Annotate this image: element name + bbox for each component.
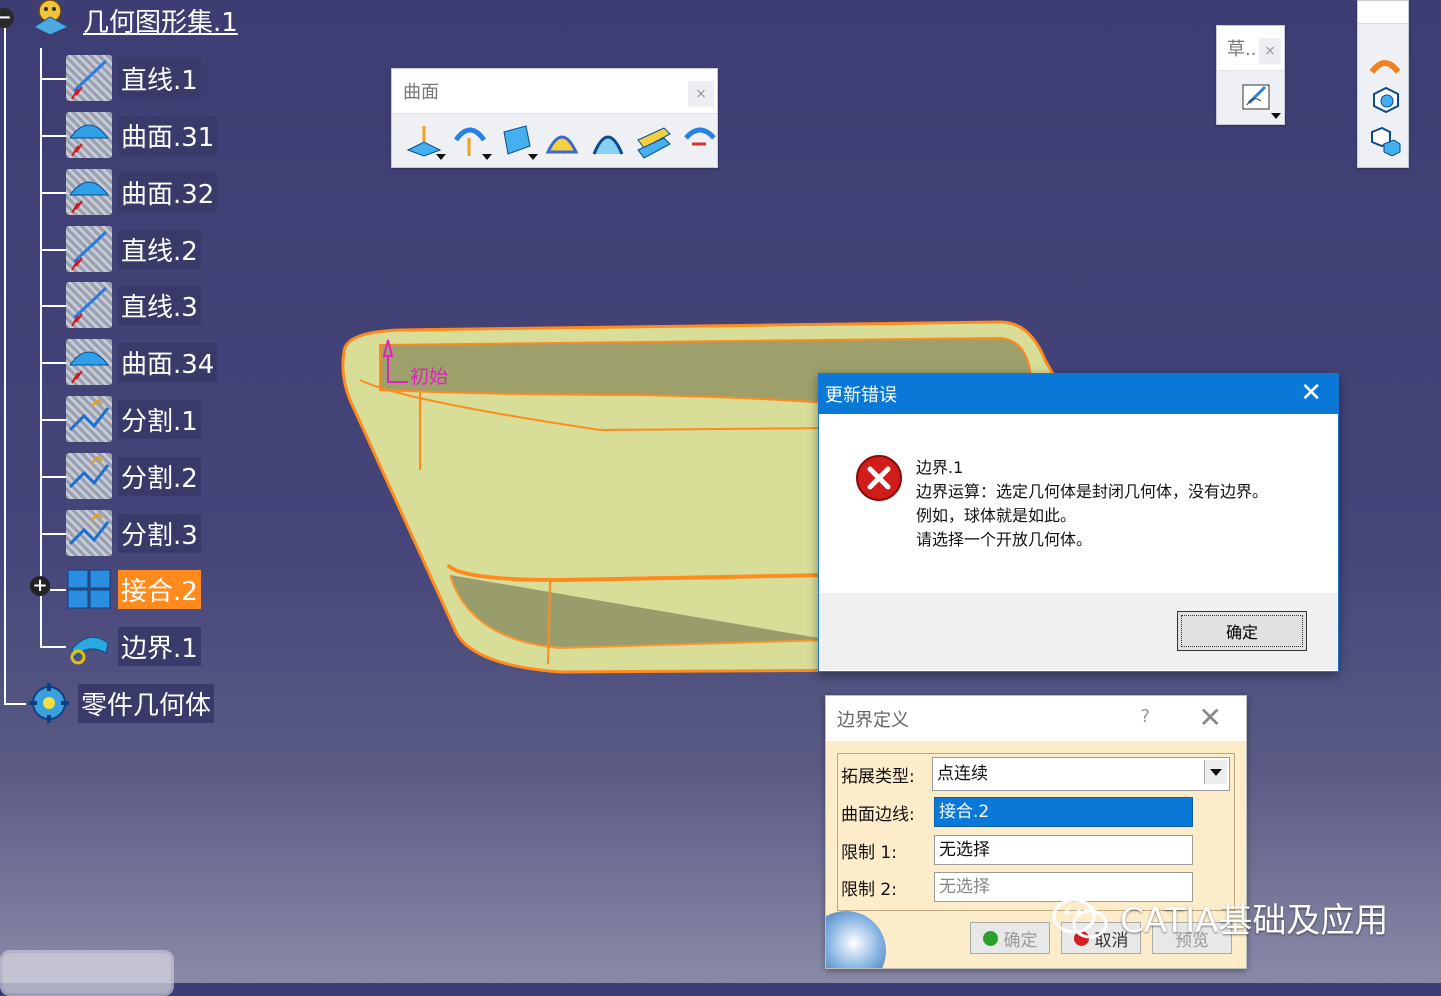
surface-edge-field[interactable]: 接合.2 (934, 797, 1193, 827)
boundary-dialog-titlebar[interactable]: 边界定义 ? ✕ (826, 696, 1246, 741)
fillet-button[interactable] (1369, 54, 1408, 78)
start-annotation: 初始 (410, 366, 449, 388)
watermark-text: CATIA基础及应用 (1120, 901, 1389, 941)
ok-button-label: 确定 (1003, 930, 1038, 951)
dialog-decoration (826, 911, 886, 968)
vertical-toolbar-header[interactable] (1358, 1, 1408, 24)
surface-toolbar-header[interactable]: 曲面 × (392, 69, 717, 114)
fill-surface-button[interactable] (588, 120, 627, 160)
close-icon[interactable]: ✕ (1199, 701, 1222, 734)
error-icon (855, 454, 903, 506)
sketch-button[interactable] (1239, 79, 1281, 119)
error-line: 边界运算：选定几何体是封闭几何体，没有边界。 (916, 482, 1269, 501)
revolve-surface-button[interactable] (450, 120, 492, 160)
limit-1-label: 限制 1: (841, 842, 897, 863)
compass-panel (0, 950, 174, 996)
offset-surface-button[interactable] (496, 120, 538, 160)
error-message: 边界.1 边界运算：选定几何体是封闭几何体，没有边界。 例如，球体就是如此。 请… (916, 456, 1268, 552)
ok-dot-icon (982, 930, 998, 946)
dialog-title: 边界定义 (837, 709, 909, 731)
propagation-type-label: 拓展类型: (841, 766, 915, 787)
close-icon[interactable]: ✕ (1300, 378, 1322, 408)
error-ok-button[interactable]: 确定 (1177, 611, 1307, 651)
wechat-icon (1052, 898, 1108, 938)
error-line: 请选择一个开放几何体。 (916, 530, 1093, 549)
surface-toolbar: 曲面 × (391, 68, 718, 168)
toolbar-title: 草.. (1227, 39, 1257, 60)
multisection-surface-button[interactable] (634, 120, 673, 160)
vertical-toolbar (1357, 0, 1409, 168)
error-line: 例如，球体就是如此。 (916, 506, 1077, 525)
sweep-surface-button[interactable] (542, 120, 581, 160)
assemble-button[interactable] (1368, 124, 1408, 160)
propagation-type-value: 点连续 (937, 764, 988, 784)
watermark: CATIA基础及应用 (1050, 893, 1388, 942)
error-dialog-titlebar[interactable]: 更新错误 ✕ (819, 374, 1338, 414)
propagation-type-select[interactable]: 点连续 (932, 757, 1230, 791)
ok-button[interactable]: 确定 (970, 922, 1050, 954)
limit-2-label: 限制 2: (841, 879, 897, 900)
help-icon[interactable]: ? (1140, 706, 1150, 727)
dialog-title: 更新错误 (825, 385, 897, 406)
blend-surface-button[interactable] (680, 120, 719, 160)
toolbar-title: 曲面 (403, 82, 439, 103)
chevron-down-icon[interactable] (1204, 760, 1227, 784)
sketch-toolbar-header[interactable]: 草.. × (1217, 26, 1284, 71)
extrude-surface-button[interactable] (404, 120, 446, 160)
body-button[interactable] (1370, 84, 1408, 118)
surface-edge-label: 曲面边线: (841, 804, 915, 825)
update-error-dialog: 更新错误 ✕ 边界.1 边界运算：选定几何体是封闭几何体，没有边界。 例如，球体… (818, 373, 1339, 672)
close-icon[interactable]: × (1259, 38, 1281, 64)
limit-1-field[interactable]: 无选择 (934, 835, 1193, 865)
error-line: 边界.1 (916, 458, 964, 477)
sketch-toolbar: 草.. × (1216, 25, 1285, 125)
boundary-options-group: 拓展类型: 点连续 曲面边线: 接合.2 限制 1: 无选择 限制 2: 无选择 (837, 753, 1235, 911)
close-icon[interactable]: × (688, 81, 714, 107)
